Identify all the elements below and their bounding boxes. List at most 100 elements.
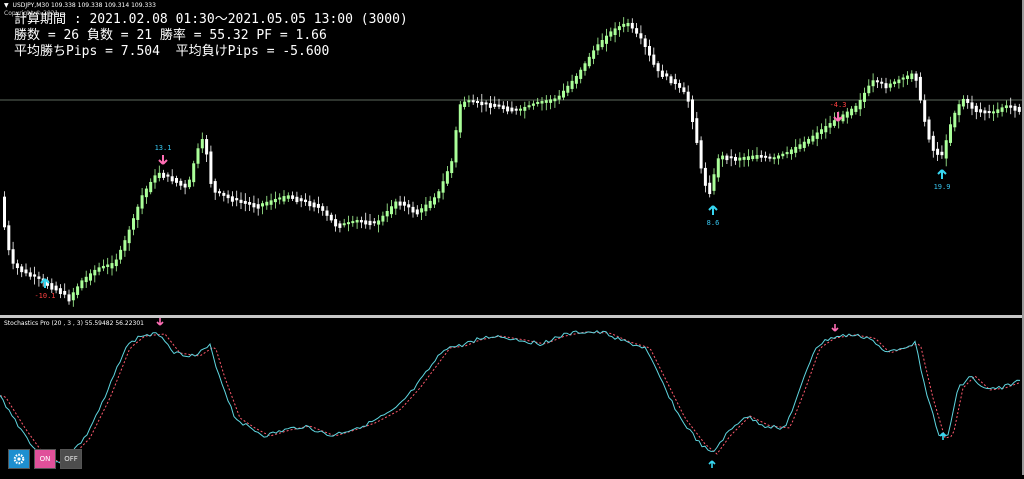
chart-window: -10.1 13.1 8.6 -4.3 19.9 ▼ USDJPY,M30 109.33… — [0, 0, 1024, 475]
candle-body — [261, 203, 264, 207]
candle-body — [243, 200, 247, 204]
candle-body — [58, 288, 62, 295]
candle-body — [76, 286, 80, 295]
candle-body — [931, 135, 935, 151]
candle-body — [54, 285, 58, 291]
candle-body — [398, 201, 402, 206]
candle-body — [691, 99, 694, 122]
candle-body — [415, 209, 419, 215]
candle-body — [424, 204, 428, 212]
candle-body — [123, 240, 127, 251]
candle-body — [458, 104, 462, 133]
candle-body — [807, 138, 811, 144]
candle-body — [648, 46, 651, 56]
candle-body — [738, 157, 742, 161]
candle-body — [170, 176, 174, 182]
candle-body — [544, 100, 548, 103]
candle-body — [312, 202, 316, 208]
candle-body — [480, 101, 484, 106]
candle-body — [67, 294, 71, 302]
candle-body — [7, 225, 11, 251]
candle-body — [308, 201, 312, 207]
candle-body — [428, 200, 432, 209]
candle-body — [665, 73, 669, 77]
candle-body — [695, 118, 699, 143]
candle-body — [867, 85, 871, 94]
candle-body — [901, 77, 905, 80]
candle-body — [854, 105, 858, 112]
candle-body — [918, 76, 922, 101]
candle-body — [140, 195, 144, 209]
candle-body — [592, 50, 596, 59]
off-button[interactable]: OFF — [60, 449, 82, 469]
candle-body — [218, 191, 221, 194]
candle-body — [441, 181, 445, 193]
candle-body — [157, 172, 161, 179]
control-buttons: ON OFF — [8, 449, 82, 469]
candle-body — [974, 105, 978, 113]
candle-body — [175, 178, 178, 183]
candle-body — [235, 198, 239, 201]
stochastics-chart — [0, 318, 1021, 468]
candle-body — [209, 151, 213, 184]
candle-body — [89, 273, 92, 281]
stats-period: 計算期間 : 2021.02.08 01:30～2021.05.05 13:00… — [14, 12, 408, 27]
collapse-triangle-icon[interactable]: ▼ — [4, 2, 9, 9]
on-button[interactable]: ON — [34, 449, 56, 469]
candle-body — [269, 200, 273, 205]
candle-body — [708, 182, 712, 195]
candle-body — [996, 109, 1000, 114]
candle-body — [50, 283, 54, 290]
candle-body — [493, 103, 497, 107]
candle-body — [355, 220, 359, 223]
candle-body — [639, 33, 643, 39]
stats-average-pips: 平均勝ちPips = 7.504 平均負けPips = -5.600 — [14, 44, 330, 59]
candle-body — [295, 196, 299, 203]
candle-body — [716, 158, 720, 178]
candle-body — [445, 171, 449, 184]
candle-body — [596, 44, 600, 51]
candle-body — [80, 280, 84, 289]
up-arrow-icon — [708, 460, 716, 468]
candle-body — [519, 108, 522, 111]
candle-body — [764, 155, 768, 158]
candle-body — [858, 100, 862, 110]
candle-body — [712, 174, 716, 191]
candle-body — [256, 204, 260, 209]
candle-body — [291, 195, 295, 199]
candle-body — [699, 140, 703, 169]
candle-body — [342, 223, 346, 226]
candle-body — [824, 126, 828, 133]
candle-body — [282, 196, 286, 202]
stochastics-pane[interactable]: Stochastics Pro (20 , 3 , 3) 55.59482 56… — [0, 318, 1024, 475]
candle-body — [106, 264, 110, 268]
candle-body — [368, 220, 372, 226]
candle-body — [299, 198, 303, 202]
candle-body — [71, 292, 75, 301]
candle-body — [875, 80, 879, 83]
candle-body — [381, 215, 385, 222]
candle-body — [372, 221, 376, 224]
candle-body — [377, 220, 381, 225]
candle-body — [992, 111, 995, 114]
price-chart-pane[interactable]: -10.1 13.1 8.6 -4.3 19.9 ▼ USDJPY,M30 109.33… — [0, 0, 1024, 315]
candle-body — [222, 192, 226, 196]
candle-body — [162, 172, 166, 178]
signal-label: 8.6 — [707, 219, 720, 227]
settings-button[interactable] — [8, 449, 30, 469]
down-arrow-icon — [156, 318, 164, 326]
candle-body — [811, 135, 815, 142]
candle-body — [794, 146, 798, 153]
candle-body — [15, 263, 19, 269]
candle-body — [914, 73, 918, 81]
candle-body — [450, 161, 454, 174]
candle-body — [755, 155, 759, 159]
candle-body — [643, 38, 647, 47]
stochastics-main-line — [0, 330, 1021, 464]
candle-body — [420, 208, 424, 213]
candle-body — [944, 140, 948, 159]
indicator-title: Stochastics Pro (20 , 3 , 3) 55.59482 56… — [4, 320, 144, 327]
candle-body — [815, 132, 819, 139]
candle-body — [781, 153, 785, 157]
candle-body — [785, 152, 789, 155]
